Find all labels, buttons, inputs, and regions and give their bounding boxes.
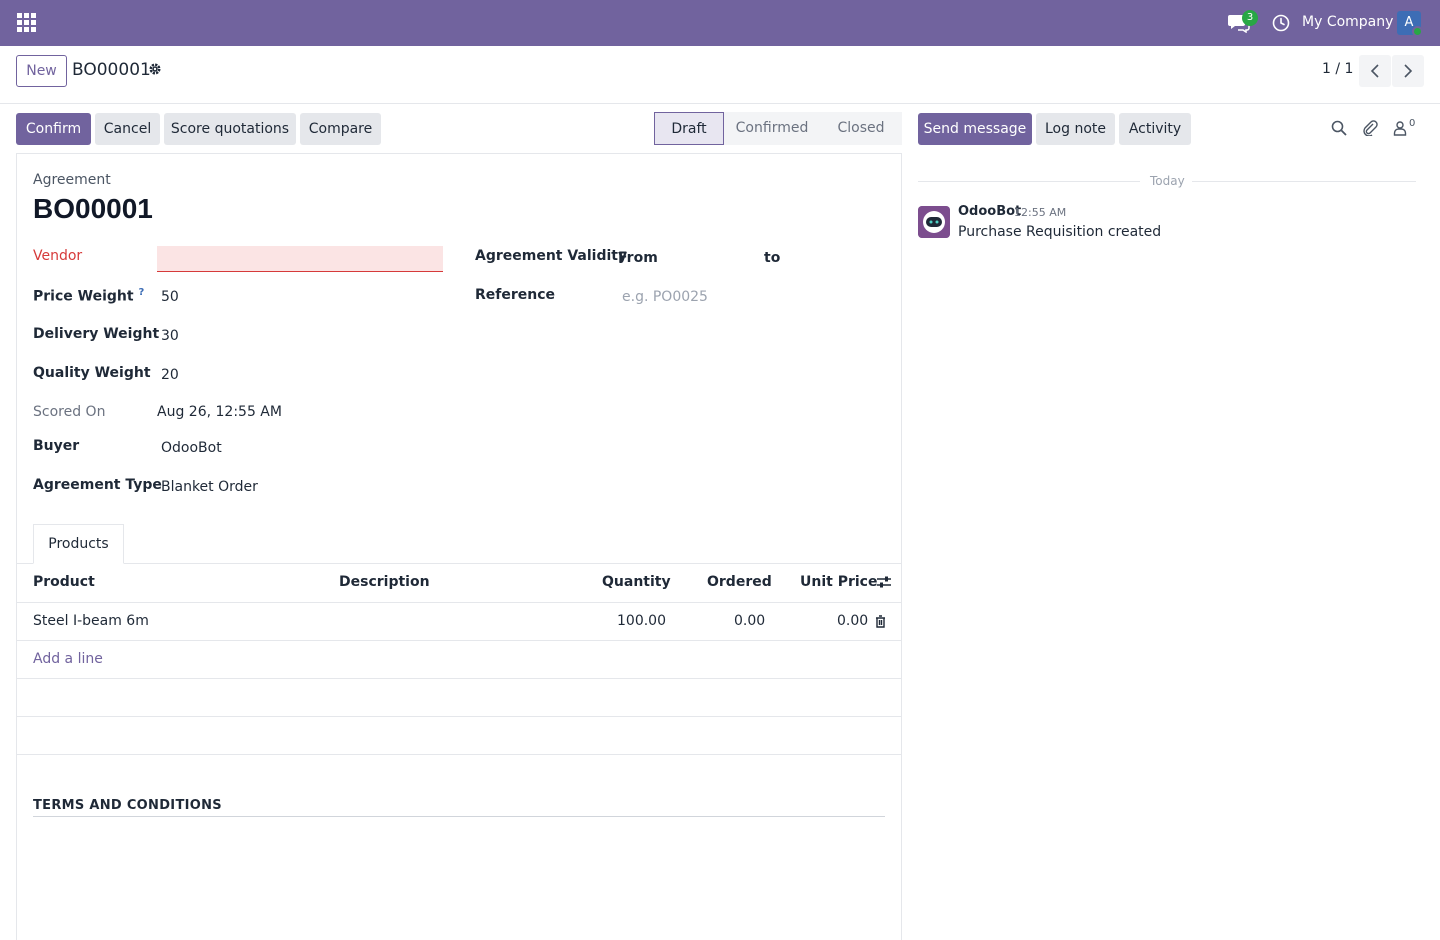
agreement-type-select[interactable]: Blanket Order [161,479,258,495]
price-weight-input[interactable]: 50 [161,289,179,305]
new-button[interactable]: New [16,55,67,87]
agreement-type-label: Agreement Type [33,477,162,493]
compare-button[interactable]: Compare [300,113,381,145]
gear-icon[interactable] [148,62,162,76]
tab-underline [17,563,901,564]
column-quantity[interactable]: Quantity [602,574,671,590]
status-bar: Draft Confirmed Closed [654,112,902,145]
add-line-link[interactable]: Add a line [33,651,103,667]
terms-heading: TERMS AND CONDITIONS [33,798,222,813]
terms-divider [33,816,885,817]
breadcrumb-record-name: BO00001 [72,60,151,80]
vendor-input[interactable] [157,246,443,272]
odoobot-avatar [918,206,950,238]
stage-draft[interactable]: Draft [654,112,724,145]
form-sheet: Agreement BO00001 Vendor Price Weight ? … [16,153,902,940]
message-author[interactable]: OdooBot [958,204,1021,219]
send-message-button[interactable]: Send message [918,113,1032,145]
validity-to-label: to [764,250,781,266]
scored-on-value: Aug 26, 12:55 AM [157,404,282,420]
chevron-left-icon [1370,64,1379,78]
top-navbar [0,0,1440,46]
record-type-label: Agreement [33,172,111,188]
cancel-button[interactable]: Cancel [95,113,160,145]
row-product[interactable]: Steel I-beam 6m [33,613,149,629]
company-switcher[interactable]: My Company [1302,14,1393,30]
row-unit-price[interactable]: 0.00 [837,613,868,629]
pager-next-button[interactable] [1392,55,1424,87]
validity-from-input[interactable] [680,248,760,270]
row-border [17,678,901,679]
followers-count: 0 [1409,118,1416,129]
activity-clock-icon[interactable] [1272,14,1290,32]
app-menu-icon[interactable] [17,13,36,32]
date-divider-right [1192,181,1416,182]
trash-icon[interactable] [875,615,886,628]
confirm-button[interactable]: Confirm [16,113,91,145]
buyer-input[interactable]: OdooBot [161,440,222,456]
user-status-dot [1412,26,1423,37]
buyer-label: Buyer [33,438,80,454]
stage-closed[interactable]: Closed [820,112,902,145]
vendor-label: Vendor [33,248,83,264]
score-quotations-button[interactable]: Score quotations [164,113,296,145]
column-settings-icon[interactable] [876,575,892,589]
reference-input[interactable]: e.g. PO0025 [622,289,708,305]
date-separator: Today [1150,174,1185,188]
log-note-button[interactable]: Log note [1036,113,1115,145]
validity-from-label: From [618,250,658,266]
row-border [17,640,901,641]
date-divider-left [918,181,1140,182]
validity-to-input[interactable] [787,248,885,270]
pager-value[interactable]: 1 / 1 [1322,61,1353,77]
column-unit-price[interactable]: Unit Price [800,574,877,590]
quality-weight-label: Quality Weight [33,365,151,381]
search-icon[interactable] [1331,120,1347,136]
column-product[interactable]: Product [33,574,95,590]
delivery-weight-label: Delivery Weight [33,326,160,342]
table-header-border [17,602,901,603]
paperclip-icon[interactable] [1362,120,1378,136]
agreement-validity-label: Agreement Validity [475,248,628,264]
row-quantity[interactable]: 100.00 [617,613,666,629]
row-border [17,716,901,717]
help-icon[interactable]: ? [138,287,144,298]
row-border [17,754,901,755]
record-title: BO00001 [33,193,153,224]
followers-icon[interactable] [1392,120,1408,136]
activity-button[interactable]: Activity [1119,113,1191,145]
scored-on-label: Scored On [33,404,106,420]
quality-weight-input[interactable]: 20 [161,367,179,383]
messaging-count-badge: 3 [1242,10,1258,26]
chevron-right-icon [1404,64,1413,78]
message-body: Purchase Requisition created [958,224,1162,240]
message-time: 12:55 AM [1014,206,1067,219]
column-description[interactable]: Description [339,574,430,590]
control-panel: New BO00001 1 / 1 [0,46,1440,104]
tab-products[interactable]: Products [33,524,124,564]
stage-confirmed[interactable]: Confirmed [724,112,820,145]
delivery-weight-input[interactable]: 30 [161,328,179,344]
reference-label: Reference [475,287,556,303]
price-weight-label: Price Weight ? [33,287,145,305]
row-ordered: 0.00 [734,613,766,629]
pager-previous-button[interactable] [1359,55,1391,87]
column-ordered[interactable]: Ordered [707,574,772,590]
